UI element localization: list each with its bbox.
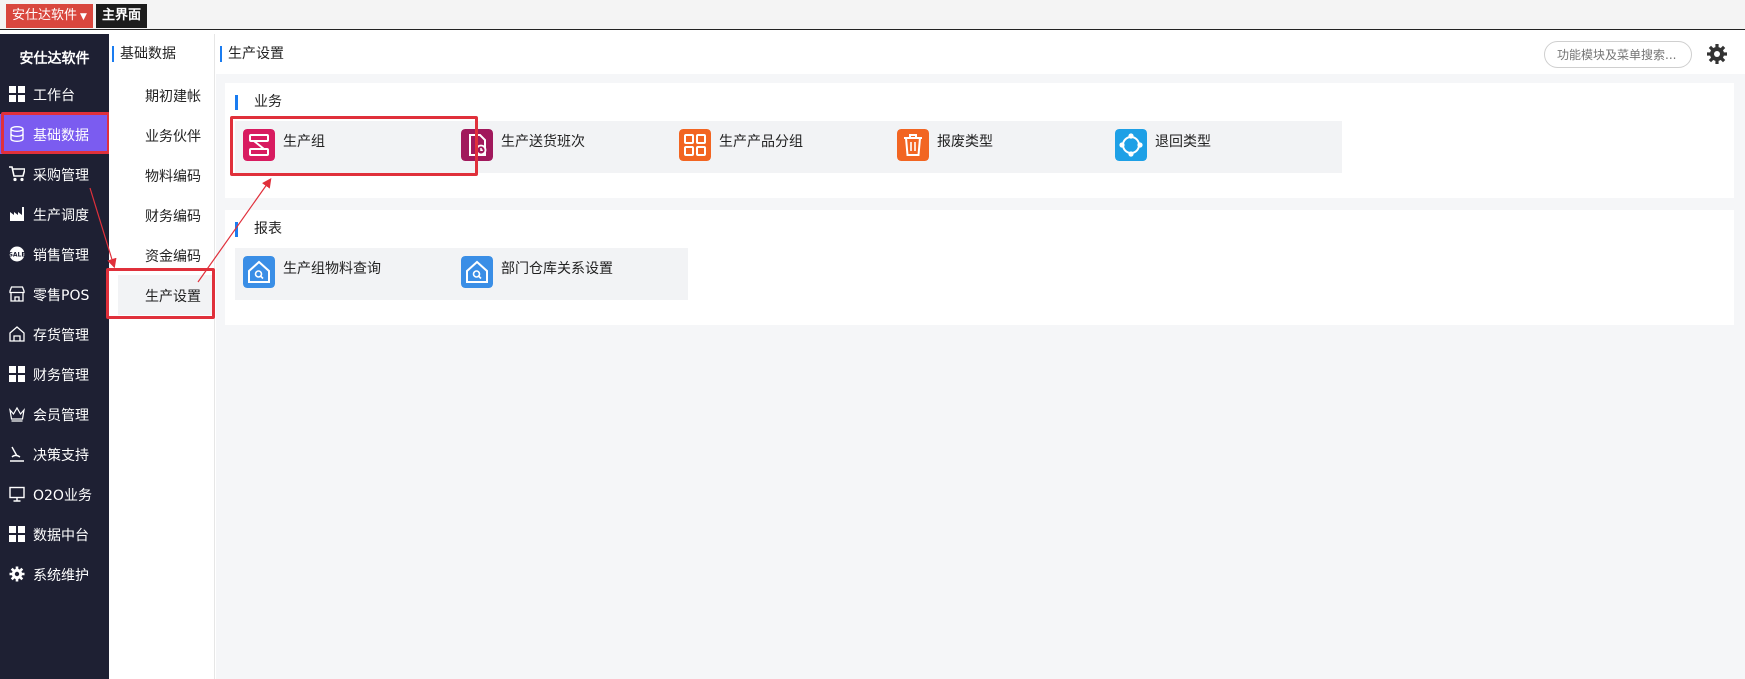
tile-label: 退回类型 <box>1155 134 1211 150</box>
subnav-item-label: 期初建帐 <box>145 89 201 105</box>
subnav-item-finance-codes[interactable]: 财务编码 <box>118 195 215 235</box>
subnav-item-business-partners[interactable]: 业务伙伴 <box>118 115 215 155</box>
sidebar-item-label: 数据中台 <box>33 528 89 544</box>
sidebar-item-label: 财务管理 <box>33 368 89 384</box>
subnav-item-opening-accounts[interactable]: 期初建帐 <box>118 75 215 115</box>
tile-label: 部门仓库关系设置 <box>501 261 613 277</box>
main-sidebar: 安仕达软件 工作台 基础数据 采购管理 生产调度 SALE 销售管理 零售POS <box>0 34 110 679</box>
caret-down-icon: ▼ <box>80 12 87 22</box>
sidebar-item-label: 销售管理 <box>33 248 89 264</box>
tile-label: 生产送货班次 <box>501 134 585 150</box>
search-input[interactable] <box>1544 41 1692 68</box>
grid-icon <box>9 366 25 382</box>
pen-icon <box>10 446 24 462</box>
sidebar-brand-title: 安仕达软件 <box>19 51 90 67</box>
sidebar-item-label: O2O业务 <box>33 488 92 504</box>
app-menu-tab[interactable]: 安仕达软件 ▼ <box>6 4 93 28</box>
sale-badge-icon: SALE <box>9 246 25 262</box>
highlight-box <box>230 116 478 176</box>
store-icon <box>9 286 25 302</box>
sidebar-item-label: 工作台 <box>33 88 75 104</box>
factory-icon <box>10 207 24 221</box>
sidebar-item-production[interactable]: 生产调度 <box>0 194 109 234</box>
subnav-item-label: 资金编码 <box>145 249 201 265</box>
grid-icon <box>9 86 25 102</box>
product-group-icon <box>679 129 711 161</box>
cart-icon <box>9 166 25 182</box>
section-reports: 报表 生产组物料查询 部门仓库关系设置 <box>225 210 1734 325</box>
subnav-item-label: 业务伙伴 <box>145 129 201 145</box>
tile-label: 生产组物料查询 <box>283 261 381 277</box>
tile-label: 报废类型 <box>937 134 993 150</box>
sidebar-item-inventory[interactable]: 存货管理 <box>0 314 109 354</box>
subnav-header: 基础数据 <box>112 46 176 62</box>
section-title: 业务 <box>235 95 282 110</box>
subnav-item-material-codes[interactable]: 物料编码 <box>118 155 215 195</box>
database-icon <box>10 126 24 142</box>
settings-gear-icon[interactable] <box>1706 43 1728 65</box>
tile-scrap-type[interactable]: 报废类型 <box>889 121 1124 173</box>
page-title: 生产设置 <box>220 46 284 62</box>
sidebar-item-data-center[interactable]: 数据中台 <box>0 514 109 554</box>
section-title: 报表 <box>235 222 282 237</box>
svg-text:SALE: SALE <box>9 252 25 259</box>
monitor-icon <box>9 486 25 502</box>
sidebar-item-basic-data[interactable]: 基础数据 <box>0 112 110 154</box>
sidebar-item-members[interactable]: 会员管理 <box>0 394 109 434</box>
sidebar-item-label: 基础数据 <box>33 128 89 144</box>
house-search-icon <box>243 256 275 288</box>
subnav-item-label: 物料编码 <box>145 169 201 185</box>
tile-delivery-shift[interactable]: 生产送货班次 <box>453 121 688 173</box>
sidebar-item-finance[interactable]: 财务管理 <box>0 354 109 394</box>
sidebar-item-label: 存货管理 <box>33 328 89 344</box>
sidebar-item-label: 系统维护 <box>33 568 89 584</box>
warehouse-icon <box>9 326 25 342</box>
sidebar-item-label: 采购管理 <box>33 168 89 184</box>
trash-icon <box>897 129 929 161</box>
sidebar-item-label: 零售POS <box>33 288 90 304</box>
sidebar-item-label: 会员管理 <box>33 408 89 424</box>
sidebar-item-decision-support[interactable]: 决策支持 <box>0 434 109 474</box>
main-screen-tab[interactable]: 主界面 <box>96 4 148 28</box>
content-header: 生产设置 <box>216 34 1745 74</box>
tile-label: 生产产品分组 <box>719 134 803 150</box>
tile-production-group-material-query[interactable]: 生产组物料查询 <box>235 248 470 300</box>
crown-icon <box>9 406 25 422</box>
sidebar-item-purchasing[interactable]: 采购管理 <box>0 154 109 194</box>
tile-department-warehouse-settings[interactable]: 部门仓库关系设置 <box>453 248 688 300</box>
grid-icon <box>9 526 25 542</box>
tile-return-type[interactable]: 退回类型 <box>1107 121 1342 173</box>
sidebar-item-retail-pos[interactable]: 零售POS <box>0 274 109 314</box>
sidebar-item-label: 生产调度 <box>33 208 89 224</box>
subnav-item-label: 财务编码 <box>145 209 201 225</box>
sub-navigation: 基础数据 期初建帐 业务伙伴 物料编码 财务编码 资金编码 生产设置 <box>109 34 215 679</box>
highlight-box <box>106 268 215 319</box>
house-search-icon <box>461 256 493 288</box>
return-type-icon <box>1115 129 1147 161</box>
sidebar-item-o2o[interactable]: O2O业务 <box>0 474 109 514</box>
top-tab-bar: 安仕达软件 ▼ 主界面 <box>0 0 1745 30</box>
app-menu-label: 安仕达软件 <box>12 8 78 23</box>
sidebar-item-label: 决策支持 <box>33 448 89 464</box>
sidebar-item-system-maintenance[interactable]: 系统维护 <box>0 554 109 594</box>
tile-product-group[interactable]: 生产产品分组 <box>671 121 906 173</box>
sidebar-item-sales[interactable]: SALE 销售管理 <box>0 234 109 274</box>
sidebar-item-workbench[interactable]: 工作台 <box>0 74 109 114</box>
gear-icon <box>9 566 25 582</box>
